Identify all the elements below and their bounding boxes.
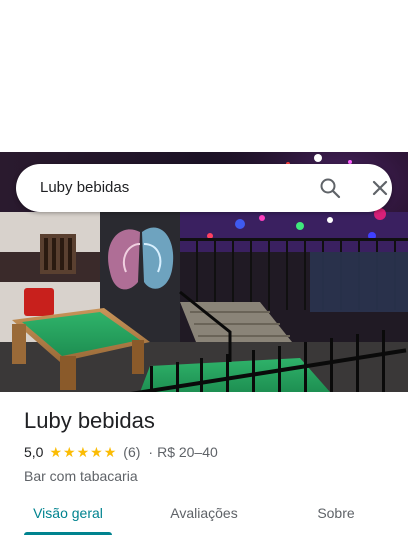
place-tabs: Visão geral Avaliações Sobre (0, 494, 408, 542)
place-category[interactable]: Bar com tabacaria (24, 466, 394, 486)
review-count[interactable]: (6) (123, 444, 140, 460)
tab-overview[interactable]: Visão geral (24, 494, 112, 534)
search-icon[interactable] (318, 176, 342, 200)
place-info: Luby bebidas 5,0 ★ ★ ★ ★ ★ (6) · R$ 20–4… (24, 406, 394, 486)
price-range: R$ 20–40 (157, 444, 218, 460)
star-rating: ★ ★ ★ ★ ★ (49, 445, 117, 459)
rating-value: 5,0 (24, 444, 44, 460)
rating-row[interactable]: 5,0 ★ ★ ★ ★ ★ (6) · R$ 20–40 (24, 442, 394, 462)
search-input[interactable]: Luby bebidas (40, 164, 129, 212)
star-icon: ★ (90, 444, 103, 460)
star-icon: ★ (63, 444, 76, 460)
map-area-blank (0, 0, 408, 152)
search-bar[interactable]: Luby bebidas (16, 164, 392, 212)
star-icon: ★ (103, 444, 117, 460)
star-icon: ★ (76, 444, 90, 460)
tab-reviews[interactable]: Avaliações (160, 494, 248, 534)
star-icon: ★ (49, 444, 63, 460)
close-icon[interactable] (368, 176, 392, 200)
active-tab-indicator (24, 532, 112, 535)
tab-about[interactable]: Sobre (296, 494, 376, 534)
separator-dot: · (148, 444, 154, 460)
place-title: Luby bebidas (24, 408, 155, 433)
